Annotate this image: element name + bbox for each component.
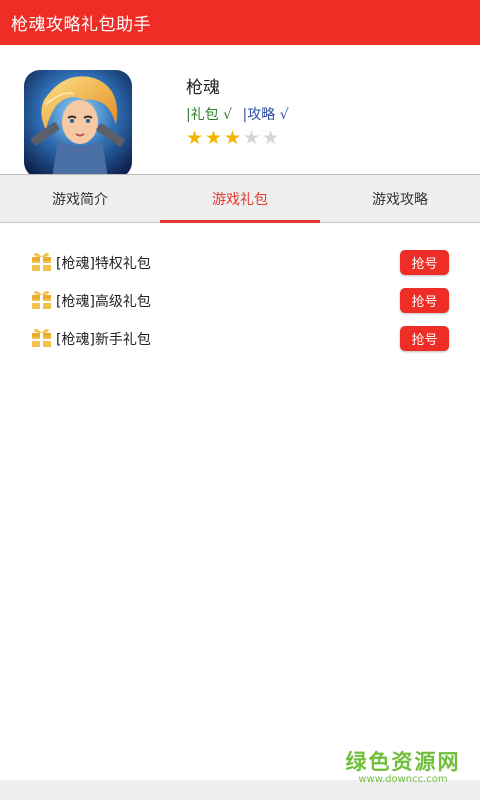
tab-bar: 游戏简介 游戏礼包 游戏攻略 xyxy=(0,174,480,223)
watermark: 绿色资源网 www.downcc.com xyxy=(343,746,463,785)
star-filled-icon: ★ xyxy=(204,127,223,149)
tab-game-guides[interactable]: 游戏攻略 xyxy=(320,175,480,222)
rating-stars: ★ ★ ★ ★ ★ xyxy=(185,127,280,149)
gift-box-icon xyxy=(32,291,51,309)
tab-label: 游戏礼包 xyxy=(212,191,268,208)
gift-name: [枪魂]新手礼包 xyxy=(56,332,151,348)
tab-game-gifts[interactable]: 游戏礼包 xyxy=(160,175,320,223)
gift-list: [枪魂]特权礼包 抢号 [枪魂]高级礼包 抢号 [枪魂]新手礼包 抢号 xyxy=(0,244,480,358)
grab-code-button[interactable]: 抢号 xyxy=(400,250,449,275)
gift-name: [枪魂]高级礼包 xyxy=(56,294,151,310)
gift-name: [枪魂]特权礼包 xyxy=(56,256,151,272)
game-icon xyxy=(24,70,132,178)
app-title: 枪魂攻略礼包助手 xyxy=(11,15,151,35)
star-empty-icon: ★ xyxy=(261,127,280,149)
game-name: 枪魂 xyxy=(186,78,220,98)
app-screen: 枪魂攻略礼包助手 枪魂 |礼包 √ |攻略 √ ★ ★ ★ ★ ★ 游戏简介 游… xyxy=(0,0,480,800)
gift-box-icon xyxy=(32,253,51,271)
gift-item[interactable]: [枪魂]高级礼包 抢号 xyxy=(0,282,480,320)
star-filled-icon: ★ xyxy=(223,127,242,149)
gift-box-icon xyxy=(32,329,51,347)
title-bar: 枪魂攻略礼包助手 xyxy=(0,0,480,45)
watermark-title: 绿色资源网 xyxy=(345,750,461,774)
guide-tag: |攻略 √ xyxy=(242,107,289,123)
tab-label: 游戏攻略 xyxy=(372,191,428,208)
grab-code-button[interactable]: 抢号 xyxy=(400,326,449,351)
star-empty-icon: ★ xyxy=(242,127,261,149)
game-tags: |礼包 √ |攻略 √ xyxy=(186,104,289,124)
gift-tag: |礼包 √ xyxy=(186,107,233,123)
gift-item[interactable]: [枪魂]新手礼包 抢号 xyxy=(0,320,480,358)
game-header: 枪魂 |礼包 √ |攻略 √ ★ ★ ★ ★ ★ xyxy=(0,45,480,178)
tab-label: 游戏简介 xyxy=(52,191,108,208)
star-filled-icon: ★ xyxy=(185,127,204,149)
watermark-url: www.downcc.com xyxy=(358,774,448,785)
grab-code-button[interactable]: 抢号 xyxy=(400,288,449,313)
tab-game-intro[interactable]: 游戏简介 xyxy=(0,175,160,222)
gift-item[interactable]: [枪魂]特权礼包 抢号 xyxy=(0,244,480,282)
